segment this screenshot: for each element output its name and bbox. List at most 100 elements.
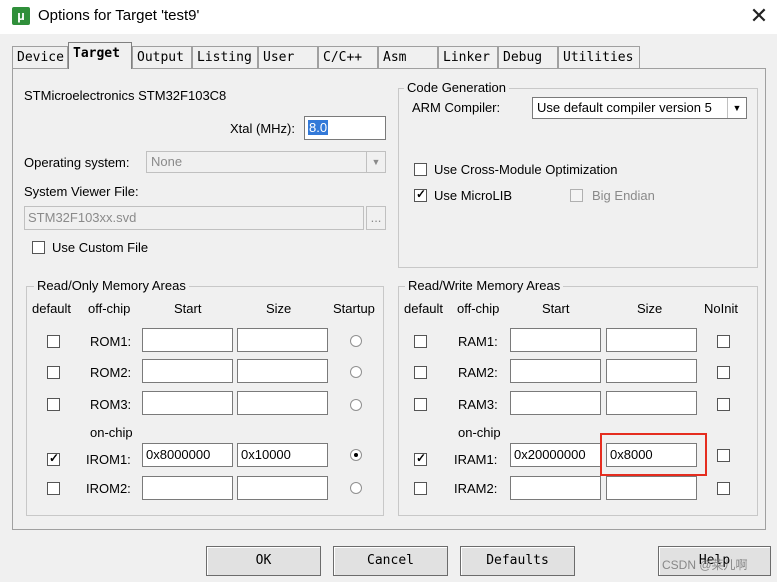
rom2-size-input[interactable]	[237, 359, 328, 383]
tab-debug[interactable]: Debug	[498, 46, 558, 68]
rom1-size-input[interactable]	[237, 328, 328, 352]
ram3-noinit-checkbox[interactable]	[717, 398, 730, 411]
code-generation-title: Code Generation	[404, 80, 510, 95]
big-endian-label: Big Endian	[592, 188, 655, 203]
rom3-startup-radio[interactable]	[350, 399, 362, 411]
irom2-startup-radio[interactable]	[350, 482, 362, 494]
ram2-label: RAM2:	[458, 365, 498, 380]
ro-header-startup: Startup	[333, 301, 375, 316]
microlib-checkbox[interactable]: ✓	[414, 187, 427, 202]
ro-memory-title: Read/Only Memory Areas	[34, 278, 189, 293]
tab-c-cpp[interactable]: C/C++	[318, 46, 378, 68]
irom2-start-input[interactable]	[142, 476, 233, 500]
iram1-start-input[interactable]: 0x20000000	[510, 443, 601, 467]
csdn-watermark: CSDN @莱儿啊	[662, 558, 748, 572]
ram1-start-input[interactable]	[510, 328, 601, 352]
iram2-label: IRAM2:	[454, 481, 498, 496]
rom2-default-checkbox[interactable]	[47, 366, 60, 379]
iram2-default-checkbox[interactable]	[414, 482, 427, 495]
tab-linker[interactable]: Linker	[438, 46, 498, 68]
irom1-size-input[interactable]: 0x10000	[237, 443, 328, 467]
ram1-label: RAM1:	[458, 334, 498, 349]
iram1-noinit-checkbox[interactable]	[717, 449, 730, 462]
rom3-start-input[interactable]	[142, 391, 233, 415]
rom2-label: ROM2:	[90, 365, 132, 380]
svd-label: System Viewer File:	[24, 184, 139, 199]
irom2-label: IROM2:	[86, 481, 131, 496]
ro-header-default: default	[32, 301, 72, 316]
ram3-default-checkbox[interactable]	[414, 398, 427, 411]
ro-header-offchip: off-chip	[88, 301, 131, 316]
tab-user[interactable]: User	[258, 46, 318, 68]
svd-input[interactable]: STM32F103xx.svd	[24, 206, 364, 230]
cross-module-checkbox[interactable]	[414, 163, 427, 176]
ram1-noinit-checkbox[interactable]	[717, 335, 730, 348]
xtal-input[interactable]: 8.0	[304, 116, 386, 140]
highlight-box	[600, 433, 707, 476]
tab-target[interactable]: Target	[68, 42, 132, 69]
microlib-label: Use MicroLIB	[434, 188, 513, 203]
xtal-value: 8.0	[308, 120, 329, 135]
ok-button[interactable]: OK	[206, 546, 321, 576]
rom1-default-checkbox[interactable]	[47, 335, 60, 348]
chevron-down-icon: ▼	[366, 152, 385, 172]
tab-device[interactable]: Device	[12, 46, 68, 68]
ram2-size-input[interactable]	[606, 359, 697, 383]
irom1-default-checkbox[interactable]: ✓	[47, 451, 60, 466]
rom2-startup-radio[interactable]	[350, 366, 362, 378]
tab-listing[interactable]: Listing	[192, 46, 258, 68]
rw-header-offchip: off-chip	[457, 301, 500, 316]
svd-browse-button[interactable]: ...	[366, 206, 386, 230]
window-title: Options for Target 'test9'	[38, 7, 200, 24]
ram3-label: RAM3:	[458, 397, 498, 412]
ram3-size-input[interactable]	[606, 391, 697, 415]
iram1-label: IRAM1:	[454, 452, 498, 467]
rom3-label: ROM3:	[90, 397, 132, 412]
ram1-size-input[interactable]	[606, 328, 697, 352]
rom1-label: ROM1:	[90, 334, 132, 349]
ro-header-start: Start	[174, 301, 202, 316]
chevron-down-icon: ▼	[727, 98, 746, 118]
os-value: None	[151, 154, 183, 169]
defaults-button[interactable]: Defaults	[460, 546, 575, 576]
iram2-size-input[interactable]	[606, 476, 697, 500]
tab-utilities[interactable]: Utilities	[558, 46, 640, 68]
irom2-size-input[interactable]	[237, 476, 328, 500]
ram2-default-checkbox[interactable]	[414, 366, 427, 379]
ram3-start-input[interactable]	[510, 391, 601, 415]
close-icon[interactable]: ✕	[744, 2, 774, 30]
tab-asm[interactable]: Asm	[378, 46, 438, 68]
compiler-label: ARM Compiler:	[412, 100, 501, 115]
rw-header-start: Start	[542, 301, 570, 316]
rom3-size-input[interactable]	[237, 391, 328, 415]
keil-app-icon: µ	[12, 7, 30, 25]
ram2-start-input[interactable]	[510, 359, 601, 383]
irom1-startup-radio[interactable]	[350, 449, 362, 461]
compiler-select[interactable]: Use default compiler version 5 ▼	[532, 97, 747, 119]
rom1-startup-radio[interactable]	[350, 335, 362, 347]
iram1-default-checkbox[interactable]: ✓	[414, 451, 427, 466]
ro-header-size: Size	[266, 301, 292, 316]
rom2-start-input[interactable]	[142, 359, 233, 383]
ram2-noinit-checkbox[interactable]	[717, 366, 730, 379]
iram2-start-input[interactable]	[510, 476, 601, 500]
rom1-start-input[interactable]	[142, 328, 233, 352]
rw-header-size: Size	[637, 301, 663, 316]
rw-memory-title: Read/Write Memory Areas	[405, 278, 564, 293]
ram1-default-checkbox[interactable]	[414, 335, 427, 348]
rom3-default-checkbox[interactable]	[47, 398, 60, 411]
device-name: STMicroelectronics STM32F103C8	[24, 88, 227, 103]
iram2-noinit-checkbox[interactable]	[717, 482, 730, 495]
rw-header-default: default	[404, 301, 444, 316]
irom2-default-checkbox[interactable]	[47, 482, 60, 495]
custom-file-checkbox[interactable]	[32, 241, 45, 254]
rw-header-noinit: NoInit	[704, 301, 738, 316]
ro-onchip-label: on-chip	[90, 425, 133, 440]
tab-output[interactable]: Output	[132, 46, 192, 68]
cancel-button[interactable]: Cancel	[333, 546, 448, 576]
irom1-start-input[interactable]: 0x8000000	[142, 443, 233, 467]
big-endian-checkbox[interactable]	[570, 189, 583, 202]
compiler-value: Use default compiler version 5	[537, 100, 712, 115]
os-select[interactable]: None ▼	[146, 151, 386, 173]
rw-onchip-label: on-chip	[458, 425, 501, 440]
